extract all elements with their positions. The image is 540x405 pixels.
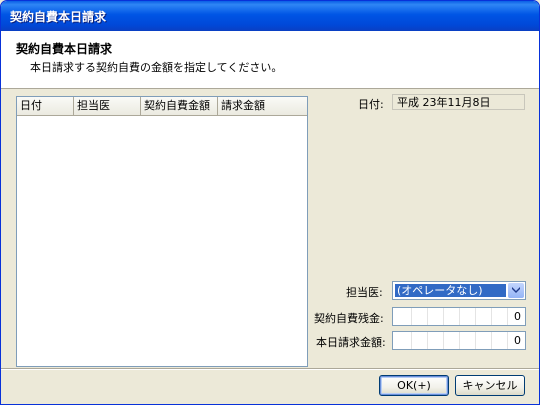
- column-header-contract-amount[interactable]: 契約自費金額: [141, 97, 218, 115]
- chevron-down-icon: [512, 287, 520, 293]
- balance-label: 契約自費残金:: [314, 312, 384, 325]
- footer-divider: [1, 368, 539, 370]
- doctor-selected-value: (オペレータなし): [395, 284, 506, 297]
- list-header: 日付 担当医 契約自費金額 請求金額: [17, 97, 307, 116]
- dialog-header: 契約自費本日請求 本日請求する契約自費の金額を指定してください。: [1, 31, 539, 89]
- dropdown-button[interactable]: [508, 283, 524, 298]
- doctor-label: 担当医:: [346, 286, 383, 299]
- column-header-charge-amount[interactable]: 請求金額: [218, 97, 307, 115]
- header-description: 本日請求する契約自費の金額を指定してください。: [30, 61, 283, 74]
- ok-button[interactable]: OK(+): [379, 375, 449, 396]
- column-header-doctor[interactable]: 担当医: [74, 97, 141, 115]
- title-bar[interactable]: 契約自費本日請求: [1, 1, 539, 31]
- charge-label: 本日請求金額:: [316, 336, 386, 349]
- charges-list[interactable]: 日付 担当医 契約自費金額 請求金額: [16, 96, 308, 367]
- date-value: 平成 23年11月8日: [392, 94, 525, 110]
- charge-field[interactable]: 0: [392, 331, 526, 350]
- header-title: 契約自費本日請求: [16, 42, 113, 56]
- doctor-select[interactable]: (オペレータなし): [392, 281, 526, 300]
- dialog-window: 契約自費本日請求 契約自費本日請求 本日請求する契約自費の金額を指定してください…: [0, 0, 540, 405]
- window-title: 契約自費本日請求: [10, 10, 107, 24]
- balance-field[interactable]: 0: [392, 307, 526, 326]
- charge-value: 0: [514, 334, 521, 347]
- balance-value: 0: [514, 310, 521, 323]
- cancel-button[interactable]: キャンセル: [455, 375, 525, 396]
- column-header-date[interactable]: 日付: [17, 97, 74, 115]
- date-label: 日付:: [358, 98, 384, 111]
